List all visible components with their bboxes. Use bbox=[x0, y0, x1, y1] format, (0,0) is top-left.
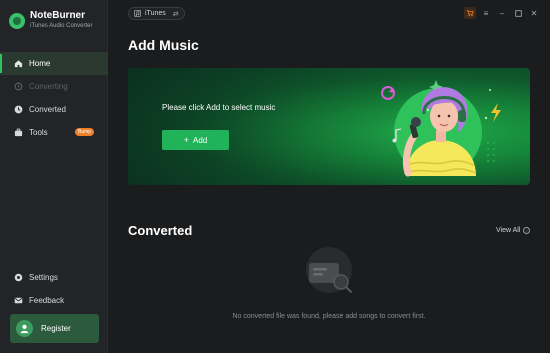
menu-icon[interactable]: ≡ bbox=[478, 6, 494, 20]
banner-instruction: Please click Add to select music bbox=[162, 103, 276, 112]
converting-icon bbox=[14, 82, 23, 91]
register-label: Register bbox=[41, 324, 71, 333]
home-icon bbox=[14, 59, 23, 68]
sidebar-item-label: Converting bbox=[29, 82, 68, 91]
app-subtitle: iTunes Audio Converter bbox=[30, 23, 93, 29]
tools-badge: Bump bbox=[75, 128, 95, 136]
avatar-icon bbox=[16, 320, 33, 337]
register-button[interactable]: Register bbox=[10, 314, 99, 343]
window-controls: ≡ – ✕ bbox=[464, 6, 542, 20]
noteburner-logo-icon bbox=[9, 13, 25, 29]
empty-state-text: No converted file was found, please add … bbox=[232, 313, 426, 320]
sidebar-nav: Home Converting Converted Tools Bump bbox=[0, 52, 108, 144]
brand: NoteBurner iTunes Audio Converter bbox=[9, 10, 92, 31]
mail-icon bbox=[14, 296, 23, 305]
converted-title: Converted bbox=[128, 223, 193, 238]
sidebar-item-settings[interactable]: Settings bbox=[0, 266, 108, 289]
sidebar: NoteBurner iTunes Audio Converter Home C… bbox=[0, 0, 108, 353]
add-button-label: Add bbox=[193, 135, 208, 145]
music-note-icon bbox=[134, 10, 141, 17]
singer-illustration bbox=[381, 80, 501, 177]
close-icon[interactable]: ✕ bbox=[526, 6, 542, 20]
minimize-icon[interactable]: – bbox=[494, 6, 510, 20]
sidebar-item-label: Tools bbox=[29, 128, 48, 137]
app-name: NoteBurner bbox=[30, 10, 86, 21]
empty-state-illustration bbox=[306, 247, 352, 293]
toolbox-icon bbox=[14, 128, 23, 137]
sidebar-item-label: Settings bbox=[29, 273, 58, 282]
sidebar-item-tools[interactable]: Tools Bump bbox=[0, 121, 108, 144]
swap-icon: ⇄ bbox=[172, 10, 179, 18]
source-label: iTunes bbox=[145, 10, 166, 17]
add-music-banner: Please click Add to select music + Add bbox=[128, 68, 530, 185]
cart-icon[interactable] bbox=[464, 7, 476, 19]
sidebar-bottom-nav: Settings Feedback bbox=[0, 266, 108, 312]
sidebar-item-home[interactable]: Home bbox=[0, 52, 108, 75]
view-all-label: View All bbox=[496, 227, 521, 234]
chevron-right-icon: › bbox=[523, 227, 531, 234]
clock-icon bbox=[14, 105, 23, 114]
sidebar-item-converted[interactable]: Converted bbox=[0, 98, 108, 121]
view-all-link[interactable]: View All › bbox=[496, 227, 531, 234]
sidebar-item-label: Converted bbox=[29, 105, 66, 114]
sidebar-item-label: Home bbox=[29, 59, 51, 68]
sidebar-item-label: Feedback bbox=[29, 296, 65, 305]
maximize-icon[interactable] bbox=[510, 6, 526, 20]
source-selector[interactable]: iTunes ⇄ bbox=[128, 7, 185, 20]
add-music-title: Add Music bbox=[128, 37, 199, 53]
sidebar-item-feedback[interactable]: Feedback bbox=[0, 289, 108, 312]
sidebar-item-converting: Converting bbox=[0, 75, 108, 98]
plus-icon: + bbox=[183, 135, 190, 145]
add-button[interactable]: + Add bbox=[162, 130, 229, 150]
gear-icon bbox=[14, 273, 23, 282]
